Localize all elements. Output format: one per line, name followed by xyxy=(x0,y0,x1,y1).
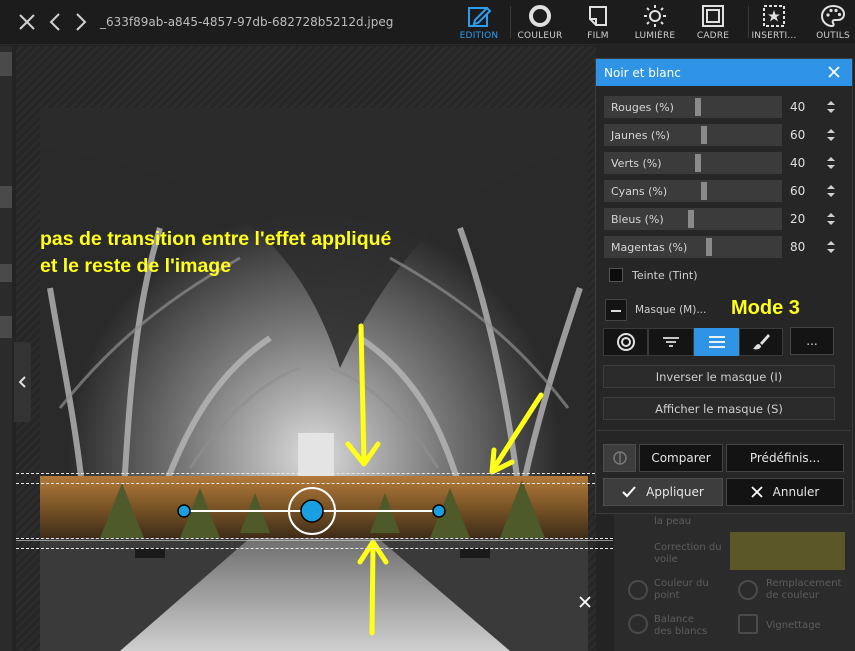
slider-track[interactable]: Cyans (%) xyxy=(604,180,782,202)
mask-right-handle xyxy=(432,504,446,518)
slider-track[interactable]: Bleus (%) xyxy=(604,208,782,230)
slider-label: Verts (%) xyxy=(611,157,662,170)
mask-left-handle xyxy=(177,504,191,518)
brush-icon xyxy=(753,334,770,350)
slider-value[interactable]: 60 xyxy=(790,128,805,142)
slider-track[interactable]: Magentas (%) xyxy=(604,236,782,258)
slider-track[interactable]: Jaunes (%) xyxy=(604,124,782,146)
invert-mask-button[interactable]: Inverser le masque (I) xyxy=(603,365,835,388)
slider-value[interactable]: 40 xyxy=(790,100,805,114)
close-icon xyxy=(751,486,763,498)
tint-checkbox[interactable] xyxy=(609,268,623,282)
slider-thumb[interactable] xyxy=(695,98,702,116)
slider-value[interactable]: 80 xyxy=(790,240,805,254)
split-circle-icon xyxy=(612,451,627,465)
close-icon[interactable] xyxy=(576,593,594,611)
slider-row: Cyans (%) 60 xyxy=(604,180,849,202)
slider-label: Jaunes (%) xyxy=(611,129,670,142)
compare-button[interactable]: Comparer xyxy=(639,444,723,472)
arrow-diagonal-annotation xyxy=(489,392,544,475)
spinner-arrows-icon[interactable] xyxy=(826,239,836,255)
slider-row: Magentas (%) 80 xyxy=(604,236,849,258)
mask-mode-radial[interactable] xyxy=(603,328,648,356)
bg-tool-icon xyxy=(738,580,758,600)
arrow-up-annotation xyxy=(357,539,389,636)
slider-thumb[interactable] xyxy=(700,126,707,144)
mask-label: Masque (M)... xyxy=(635,304,707,316)
slider-track[interactable]: Verts (%) xyxy=(604,152,782,174)
mask-guide-line[interactable] xyxy=(16,548,613,549)
bg-tool-icon xyxy=(628,614,648,634)
mask-toggle[interactable] xyxy=(605,299,627,321)
spinner-arrows-icon[interactable] xyxy=(826,127,836,143)
minus-icon xyxy=(611,310,621,312)
tint-label: Teinte (Tint) xyxy=(632,269,698,282)
slider-row: Rouges (%) 40 xyxy=(604,96,849,118)
spinner-arrows-icon[interactable] xyxy=(826,183,836,199)
chevron-left-icon xyxy=(18,376,26,388)
bg-tool-icon xyxy=(738,614,758,634)
close-icon[interactable] xyxy=(826,64,842,80)
bg-tool-label: Balance des blancs xyxy=(654,614,708,637)
slider-value[interactable]: 20 xyxy=(790,212,805,226)
cancel-button[interactable]: Annuler xyxy=(726,478,844,506)
bg-tool-label: Couleur du point xyxy=(654,578,709,601)
dialog-header: Noir et blanc xyxy=(596,59,852,86)
slider-thumb[interactable] xyxy=(706,238,713,256)
compare-toggle[interactable] xyxy=(603,444,636,472)
slider-row: Verts (%) 40 xyxy=(604,152,849,174)
dialog-divider xyxy=(597,430,851,431)
slider-label: Rouges (%) xyxy=(611,101,674,114)
apply-label: Appliquer xyxy=(646,485,704,499)
bg-tool-label: Correction du voile xyxy=(654,542,722,565)
bg-tool-label: Remplacement de couleur xyxy=(766,578,842,601)
spinner-arrows-icon[interactable] xyxy=(826,211,836,227)
app-window: _633f89ab-a845-4857-97db-682728b5212d.jp… xyxy=(0,0,855,651)
slider-thumb[interactable] xyxy=(700,182,707,200)
slider-row: Bleus (%) 20 xyxy=(604,208,849,230)
arrow-down-annotation xyxy=(345,323,381,467)
bg-tool-label: Vignettage xyxy=(766,620,821,631)
slider-thumb[interactable] xyxy=(687,210,694,228)
spinner-arrows-icon[interactable] xyxy=(826,99,836,115)
check-icon xyxy=(622,486,636,498)
slider-label: Magentas (%) xyxy=(611,241,688,254)
apply-button[interactable]: Appliquer xyxy=(603,478,723,506)
presets-button[interactable]: Prédéfinis... xyxy=(726,444,844,472)
gradient-mask-icon xyxy=(663,337,679,347)
slider-thumb[interactable] xyxy=(695,154,702,172)
mask-mode-brush[interactable] xyxy=(739,328,783,356)
slider-value[interactable]: 60 xyxy=(790,184,805,198)
slider-row: Jaunes (%) 60 xyxy=(604,124,849,146)
slider-value[interactable]: 40 xyxy=(790,156,805,170)
slider-track[interactable]: Rouges (%) xyxy=(604,96,782,118)
more-mask-options-button[interactable]: ... xyxy=(790,327,834,355)
mask-mode-gradient[interactable] xyxy=(648,328,694,356)
collapse-left-panel-button[interactable] xyxy=(14,342,31,422)
mask-guide-line[interactable] xyxy=(16,473,595,474)
linear-mask-icon xyxy=(708,336,725,348)
mask-guide-line[interactable] xyxy=(16,538,613,539)
mask-center-handle xyxy=(300,499,324,523)
slider-label: Bleus (%) xyxy=(611,213,664,226)
dialog-title: Noir et blanc xyxy=(604,66,681,80)
slider-label: Cyans (%) xyxy=(611,185,668,198)
bg-tool-label: la peau xyxy=(654,516,692,527)
bg-tool-icon xyxy=(628,580,648,600)
spinner-arrows-icon[interactable] xyxy=(826,155,836,171)
mask-mode-linear[interactable] xyxy=(694,328,739,356)
radial-mask-icon xyxy=(616,333,635,351)
show-mask-button[interactable]: Afficher le masque (S) xyxy=(603,397,835,420)
mask-edge-line xyxy=(16,540,613,541)
background-highlight xyxy=(730,532,845,570)
linear-mask-handle[interactable] xyxy=(170,484,455,538)
cancel-label: Annuler xyxy=(772,485,820,499)
mode-annotation: Mode 3 xyxy=(731,297,800,319)
